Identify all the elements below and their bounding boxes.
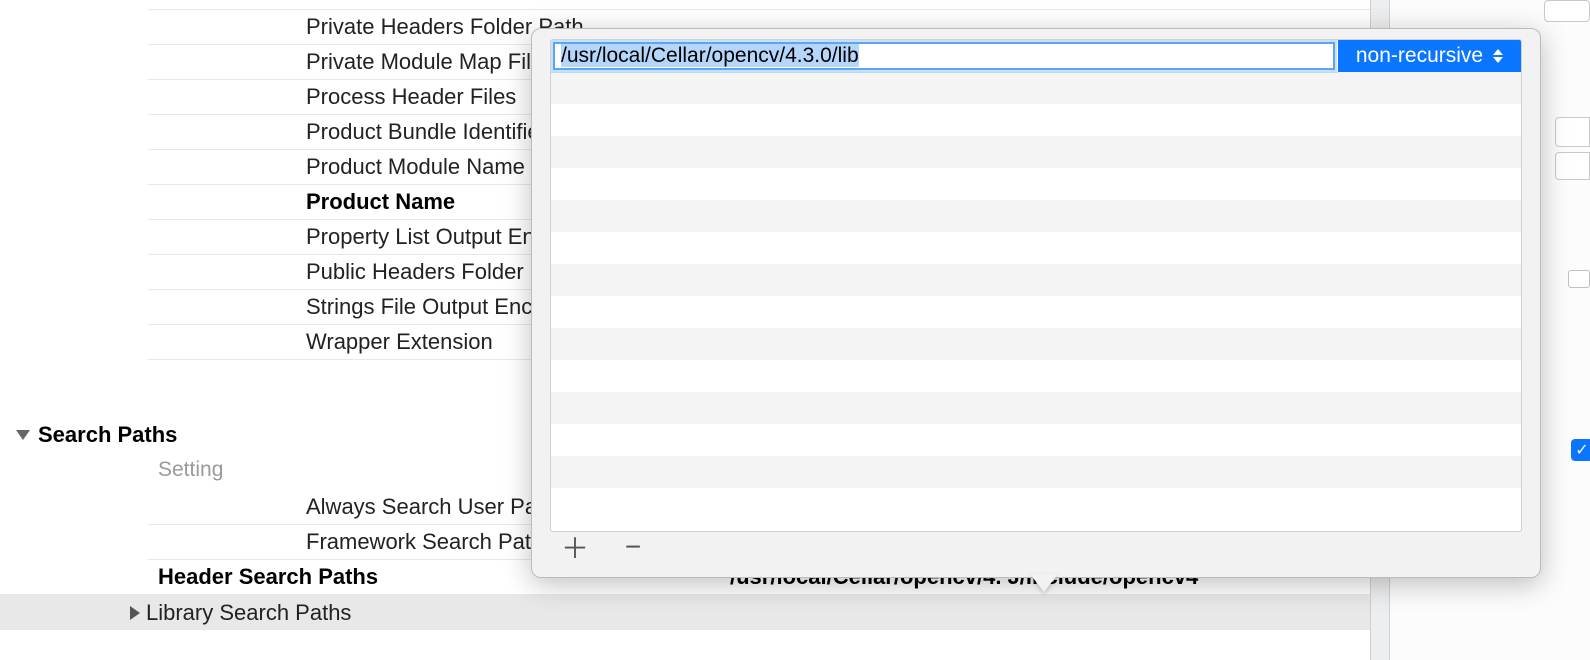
path-list-row[interactable]: /usr/local/Cellar/opencv/4.3.0/lib non-r… — [551, 40, 1521, 72]
checkbox-checked[interactable]: ✓ — [1571, 439, 1590, 461]
setting-label: Private Headers Folder Path — [148, 14, 584, 40]
inspector-field-partial[interactable] — [1555, 152, 1590, 180]
updown-icon — [1493, 49, 1503, 63]
check-icon: ✓ — [1575, 440, 1588, 460]
setting-label: Public Headers Folder Path — [148, 259, 575, 285]
disclosure-triangle-down-icon[interactable] — [16, 430, 30, 440]
minus-icon: − — [625, 531, 641, 563]
row-library-search-paths[interactable]: Library Search Paths — [0, 595, 1370, 630]
recurse-select-label: non-recursive — [1356, 44, 1483, 68]
popover-toolbar: ＋ − — [550, 527, 648, 567]
setting-label: Process Header Files — [148, 84, 516, 110]
inspector-field-partial[interactable] — [1568, 270, 1590, 288]
path-list-row-empty[interactable] — [551, 488, 1521, 520]
disclosure-triangle-right-icon[interactable] — [130, 606, 140, 620]
inspector-field-partial[interactable] — [1555, 117, 1590, 147]
path-list-row-empty[interactable] — [551, 392, 1521, 424]
setting-label: Wrapper Extension — [148, 329, 493, 355]
setting-label: Private Module Map File — [148, 49, 543, 75]
setting-label: Library Search Paths — [146, 600, 351, 626]
popover-tail-icon — [1030, 574, 1058, 592]
inspector-field-partial[interactable] — [1544, 0, 1590, 22]
setting-label: Framework Search Paths — [148, 529, 554, 555]
setting-label: Strings File Output Encoding — [148, 294, 586, 320]
path-list[interactable]: /usr/local/Cellar/opencv/4.3.0/lib non-r… — [550, 39, 1522, 532]
setting-label: Header Search Paths — [0, 564, 378, 590]
path-list-row-empty[interactable] — [551, 328, 1521, 360]
remove-path-button[interactable]: − — [618, 532, 648, 562]
path-list-row-empty[interactable] — [551, 424, 1521, 456]
path-list-row-empty[interactable] — [551, 200, 1521, 232]
top-row-value[interactable]: No ⌄ — [730, 0, 783, 6]
path-list-row-empty[interactable] — [551, 136, 1521, 168]
path-edit-cell[interactable]: /usr/local/Cellar/opencv/4.3.0/lib — [551, 40, 1337, 72]
add-path-button[interactable]: ＋ — [560, 532, 590, 562]
path-list-row-empty[interactable] — [551, 456, 1521, 488]
path-list-row-empty[interactable] — [551, 264, 1521, 296]
path-list-row-empty[interactable] — [551, 72, 1521, 104]
path-list-row-empty[interactable] — [551, 360, 1521, 392]
setting-label: Product Name — [148, 189, 455, 215]
path-list-row-empty[interactable] — [551, 104, 1521, 136]
setting-label: Product Module Name — [148, 154, 525, 180]
path-input-text: /usr/local/Cellar/opencv/4.3.0/lib — [561, 44, 859, 67]
section-title: Search Paths — [38, 422, 177, 448]
path-list-popover: /usr/local/Cellar/opencv/4.3.0/lib non-r… — [531, 28, 1541, 578]
path-list-row-empty[interactable] — [551, 232, 1521, 264]
plus-icon: ＋ — [561, 527, 589, 567]
recurse-cell[interactable]: non-recursive — [1337, 40, 1521, 72]
path-list-row-empty[interactable] — [551, 296, 1521, 328]
path-input[interactable]: /usr/local/Cellar/opencv/4.3.0/lib — [553, 42, 1335, 70]
recurse-select[interactable]: non-recursive — [1338, 40, 1521, 72]
setting-label: Product Bundle Identifier — [148, 119, 547, 145]
path-list-row-empty[interactable] — [551, 168, 1521, 200]
